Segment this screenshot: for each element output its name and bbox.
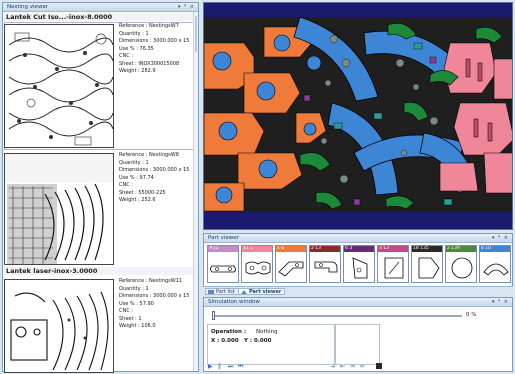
nest-sheet-item[interactable]: Reference : NestingsW11 Quantity : 1 Dim… xyxy=(4,277,195,373)
sheet-weight: Weight : 106.0 xyxy=(119,323,156,329)
sheet-cnc: CNC : xyxy=(119,308,133,314)
x-coordinate: X : 0.000 xyxy=(211,338,239,344)
sheet-reference: Reference : NestingsW8 xyxy=(119,152,179,158)
sheet-cnc: CNC : xyxy=(119,53,133,59)
group-header-laser-inox[interactable]: Lantek laser-inox-3.0000 xyxy=(4,267,194,275)
part-label: 8 10 xyxy=(480,246,510,252)
step-forward-icon[interactable]: ⏭ xyxy=(228,363,233,370)
operation-panel: Operation : Nothing X : 0.000 Y : 0.000 xyxy=(207,324,335,365)
part-viewer-tabstrip: Part list Part viewer xyxy=(203,286,513,295)
previous-icon[interactable]: ⇐ xyxy=(360,363,365,370)
sheet-quantity: Quantity : 1 xyxy=(119,159,149,166)
part-slot[interactable]: 6 3 xyxy=(343,245,375,283)
part-viewer-pane-buttons[interactable]: ▾ ᵠ × xyxy=(492,234,509,243)
simulation-progress-thumb[interactable] xyxy=(212,311,215,320)
rect-part-icon xyxy=(384,257,404,279)
sheet-dimensions: Dimensions : 3000.000 x 15 xyxy=(119,167,190,173)
sheet-use: Use % : 76.35 xyxy=(119,45,154,52)
next-icon[interactable]: ⇒ xyxy=(350,363,355,370)
sheet-quantity: Quantity : 1 xyxy=(119,285,149,292)
sheet-weight: Weight : 282.9 xyxy=(119,68,156,74)
part-label: 2 13 xyxy=(310,246,340,252)
sheet-info: Reference : NestingsW7 Quantity : 1 Dime… xyxy=(119,23,195,76)
simulation-window-title: Simulation window xyxy=(204,298,512,307)
part-label: 18 135 xyxy=(412,246,442,252)
part-label: 1 6 xyxy=(276,246,306,252)
tab-label: Part viewer xyxy=(249,289,282,295)
operation-label: Operation : xyxy=(211,329,247,335)
part-label: 3 13 xyxy=(378,246,408,252)
part-viewer-title: Part viewer xyxy=(204,234,512,243)
jump-end-icon[interactable]: ⇥ xyxy=(330,363,335,370)
list-icon xyxy=(208,290,214,294)
pause-icon[interactable]: ‖ xyxy=(218,363,221,370)
y-coordinate: Y : 0.000 xyxy=(244,338,272,344)
operation-panel-secondary xyxy=(335,324,380,365)
nest-sheet-item[interactable]: Reference : NestingsW8 Quantity : 1 Dime… xyxy=(4,152,195,265)
sheet-reference: Reference : NestingsW7 xyxy=(119,23,179,29)
circle-part-icon xyxy=(451,257,473,279)
viewer-icon xyxy=(241,290,247,294)
sheet-thumbnail[interactable] xyxy=(4,24,114,148)
simulation-progress-label: 0 % xyxy=(466,312,477,318)
sheet-use: Use % : 57.90 xyxy=(119,300,154,307)
tab-label: Part list xyxy=(216,289,235,295)
nesting-viewer-scrollbar[interactable] xyxy=(193,12,198,371)
arm-part-icon xyxy=(278,261,304,277)
stop-icon[interactable] xyxy=(376,363,382,369)
part-slot[interactable]: 3 13 xyxy=(377,245,409,283)
group-header-cut-iso[interactable]: Lantek Cut Iso...-inox-8.0000 xyxy=(4,13,194,21)
sheet-material: Sheet : 1 xyxy=(119,315,142,322)
tab-part-list[interactable]: Part list xyxy=(205,288,239,295)
arc-part-icon xyxy=(483,263,509,276)
jump-start-icon[interactable]: ⇤ xyxy=(340,363,345,370)
sheet-material: Sheet : 55000-225 xyxy=(119,189,166,196)
flat-bar-part-icon xyxy=(210,265,236,273)
sheet-weight: Weight : 252.6 xyxy=(119,197,156,203)
part-label: 6 3 xyxy=(344,246,374,252)
sheet-dimensions: Dimensions : 3000.000 x 15 xyxy=(119,293,190,299)
hook-part-icon xyxy=(314,261,338,273)
part-slot[interactable]: 11 1 xyxy=(241,245,273,283)
tab-part-viewer[interactable]: Part viewer xyxy=(238,288,286,295)
sheet-use: Use % : 97.74 xyxy=(119,174,154,181)
sheet-info: Reference : NestingsW8 Quantity : 1 Dime… xyxy=(119,152,195,205)
part-slot[interactable]: 8 10 xyxy=(479,245,511,283)
simulation-progress-track[interactable] xyxy=(212,315,462,317)
nesting-viewer-pane: Nesting viewer ▾ ᵠ × Lantek Cut Iso...-i… xyxy=(2,2,199,373)
sheet-info: Reference : NestingsW11 Quantity : 1 Dim… xyxy=(119,278,195,331)
sheet-thumbnail[interactable] xyxy=(4,279,114,373)
part-slot[interactable]: 1 6 xyxy=(275,245,307,283)
part-slot[interactable]: 2 139 xyxy=(445,245,477,283)
nest-sheet-canvas[interactable] xyxy=(203,2,513,230)
sheet-dimensions: Dimensions : 3000.000 x 15 xyxy=(119,38,190,44)
simulation-window-pane: Simulation window ▾ ᵠ × 0 % Operation : … xyxy=(203,297,513,372)
step-back-icon[interactable]: ⏮ xyxy=(238,363,243,370)
sheet-quantity: Quantity : 1 xyxy=(119,30,149,37)
part-label: 11 1 xyxy=(242,246,272,252)
part-slot[interactable]: 2 13 xyxy=(309,245,341,283)
sheet-reference: Reference : NestingsW11 xyxy=(119,278,183,284)
part-slot[interactable]: #11 xyxy=(207,245,239,283)
part-label: #11 xyxy=(208,246,238,252)
link-part-icon xyxy=(245,261,271,275)
polygon-part-icon xyxy=(418,257,440,279)
sheet-material: Sheet : INOX300015008 xyxy=(119,60,180,67)
nest-sheet-item[interactable]: Reference : NestingsW7 Quantity : 1 Dime… xyxy=(4,22,194,150)
nesting-viewer-pane-buttons[interactable]: ▾ ᵠ × xyxy=(178,3,195,12)
scrollbar-thumb[interactable] xyxy=(195,16,197,52)
sheet-thumbnail[interactable] xyxy=(4,153,114,265)
nesting-viewer-title: Nesting viewer xyxy=(3,3,198,12)
part-slot[interactable]: 18 135 xyxy=(411,245,443,283)
triangle-part-icon xyxy=(352,257,368,279)
part-viewer-pane: Part viewer ▾ ᵠ × #11 11 1 1 6 2 13 6 3 … xyxy=(203,233,513,294)
part-label: 2 139 xyxy=(446,246,476,252)
play-icon[interactable]: ▶ xyxy=(208,363,213,370)
operation-value: Nothing xyxy=(256,329,278,335)
sheet-cnc: CNC : xyxy=(119,182,133,188)
simulation-pane-buttons[interactable]: ▾ ᵠ × xyxy=(492,298,509,307)
